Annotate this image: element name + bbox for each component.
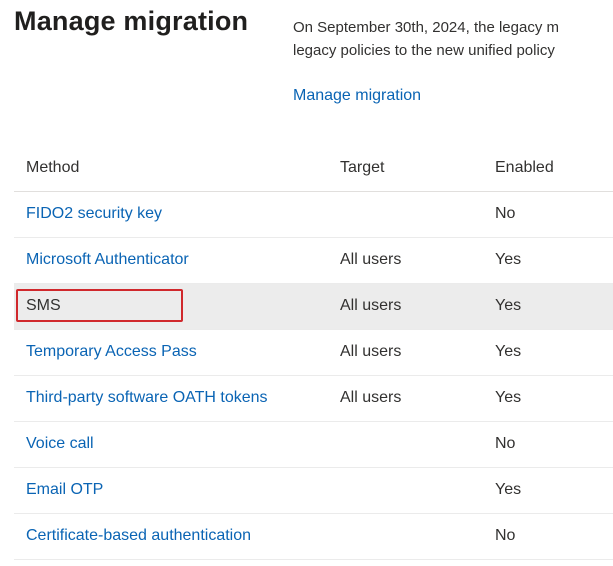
- description-line-1: On September 30th, 2024, the legacy m: [293, 19, 559, 36]
- auth-methods-table: Method Target Enabled FIDO2 security key…: [14, 146, 613, 560]
- enabled-value: Yes: [495, 297, 522, 314]
- column-header-method[interactable]: Method: [26, 158, 79, 178]
- table-row-sms[interactable]: SMS All users Yes: [14, 284, 613, 330]
- target-value: All users: [340, 343, 402, 360]
- method-link-microsoft-authenticator[interactable]: Microsoft Authenticator: [26, 250, 189, 270]
- table-row-oath-tokens[interactable]: Third-party software OATH tokens All use…: [14, 376, 613, 422]
- table-header-row: Method Target Enabled: [14, 146, 613, 192]
- method-link-email-otp[interactable]: Email OTP: [26, 480, 103, 500]
- method-link-certificate-based-auth[interactable]: Certificate-based authentication: [26, 526, 251, 546]
- description-line-2: legacy policies to the new unified polic…: [293, 42, 555, 59]
- enabled-value: No: [495, 527, 516, 544]
- target-value: All users: [340, 297, 402, 314]
- table-row-microsoft-authenticator[interactable]: Microsoft Authenticator All users Yes: [14, 238, 613, 284]
- table-row-certificate-based-auth[interactable]: Certificate-based authentication No: [14, 514, 613, 560]
- method-link-oath-tokens[interactable]: Third-party software OATH tokens: [26, 388, 268, 408]
- method-link-sms[interactable]: SMS: [26, 296, 61, 316]
- target-value: All users: [340, 389, 402, 406]
- enabled-value: No: [495, 435, 516, 452]
- table-row-fido2[interactable]: FIDO2 security key No: [14, 192, 613, 238]
- enabled-value: Yes: [495, 343, 522, 360]
- table-row-email-otp[interactable]: Email OTP Yes: [14, 468, 613, 514]
- manage-migration-page: Manage migration On September 30th, 2024…: [0, 0, 613, 566]
- manage-migration-link[interactable]: Manage migration: [293, 87, 421, 105]
- enabled-value: Yes: [495, 481, 522, 498]
- table-row-temporary-access-pass[interactable]: Temporary Access Pass All users Yes: [14, 330, 613, 376]
- enabled-value: No: [495, 205, 516, 222]
- target-value: All users: [340, 251, 402, 268]
- table-row-voice-call[interactable]: Voice call No: [14, 422, 613, 468]
- column-header-enabled[interactable]: Enabled: [495, 158, 554, 178]
- page-title: Manage migration: [14, 6, 249, 36]
- enabled-value: Yes: [495, 389, 522, 406]
- method-link-voice-call[interactable]: Voice call: [26, 434, 94, 454]
- enabled-value: Yes: [495, 251, 522, 268]
- method-link-fido2[interactable]: FIDO2 security key: [26, 204, 162, 224]
- method-link-temporary-access-pass[interactable]: Temporary Access Pass: [26, 342, 197, 362]
- migration-description: On September 30th, 2024, the legacy m le…: [293, 16, 613, 62]
- column-header-target[interactable]: Target: [340, 158, 384, 178]
